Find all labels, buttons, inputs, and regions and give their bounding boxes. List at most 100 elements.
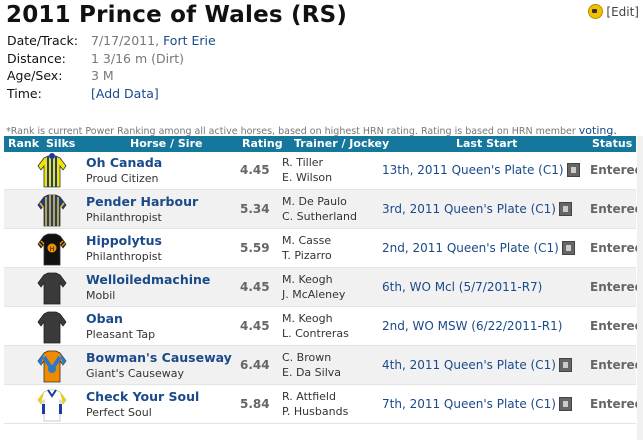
sire-name: Philanthropist xyxy=(86,211,162,224)
table-row: Oban Pleasant Tap 4.45 M. Keogh L. Contreras… xyxy=(4,307,643,346)
distance-label: Distance: xyxy=(7,50,66,66)
video-icon[interactable] xyxy=(558,397,572,411)
rating-value: 4.45 xyxy=(240,280,270,294)
date-label: Date/Track: xyxy=(7,33,79,48)
table-row: H Hippolytus Philanthropist 5.59 M. Casse T. … xyxy=(4,229,643,268)
jockey-name[interactable]: T. Pizarro xyxy=(282,248,332,263)
horse-name-link[interactable]: Bowman's Causeway xyxy=(86,350,232,365)
col-rank[interactable]: Rank xyxy=(8,137,39,150)
jockey-name[interactable]: J. McAleney xyxy=(282,287,345,302)
col-trainer[interactable]: Trainer / Jockey xyxy=(294,137,389,150)
col-horse[interactable]: Horse / Sire xyxy=(130,137,202,150)
last-start: 4th, 2011 Queen's Plate (C1) xyxy=(382,358,572,372)
edit-control[interactable]: [Edit] xyxy=(588,4,639,19)
trainer-name[interactable]: M. Casse xyxy=(282,233,332,248)
sire-name: Philanthropist xyxy=(86,250,162,263)
last-start-link[interactable]: 2nd, 2011 Queen's Plate (C1) xyxy=(382,241,559,255)
silks-icon xyxy=(34,191,70,227)
sire-name: Giant's Causeway xyxy=(86,367,184,380)
distance-value: 1 3/16 m (Dirt) xyxy=(91,50,185,66)
horse-name-link[interactable]: Oban xyxy=(86,311,123,326)
silks-icon xyxy=(34,347,70,383)
horse-name-link[interactable]: Hippolytus xyxy=(86,233,162,248)
trainer-jockey: C. Brown E. Da Silva xyxy=(282,350,341,380)
status-text: Entered xyxy=(590,358,643,372)
age-label: Age/Sex: xyxy=(7,68,63,83)
rating-value: 4.45 xyxy=(240,163,270,177)
trainer-name[interactable]: R. Tiller xyxy=(282,155,332,170)
trainer-name[interactable]: C. Brown xyxy=(282,350,341,365)
silks-icon: H xyxy=(34,230,70,266)
status-text: Entered xyxy=(590,202,643,216)
last-start: 2nd, WO MSW (6/22/2011-R1) xyxy=(382,319,562,333)
table-row: Pender Harbour Philanthropist 5.34 M. De Pa… xyxy=(4,190,643,229)
entries-table: Oh Canada Proud Citizen 4.45 R. Tiller E. Wi… xyxy=(4,151,643,424)
sire-name: Perfect Soul xyxy=(86,406,152,419)
col-silks: Silks xyxy=(46,137,76,150)
col-last-start[interactable]: Last Start xyxy=(456,137,517,150)
trainer-name[interactable]: M. De Paulo xyxy=(282,194,357,209)
date-value: 7/17/2011, xyxy=(91,33,160,48)
horse-name-link[interactable]: Welloiledmachine xyxy=(86,272,210,287)
horse-name-link[interactable]: Check Your Soul xyxy=(86,389,199,404)
last-start: 2nd, 2011 Queen's Plate (C1) xyxy=(382,241,575,255)
table-row: Bowman's Causeway Giant's Causeway 6.44 C. … xyxy=(4,346,643,385)
col-status[interactable]: Status xyxy=(592,137,632,150)
table-row: Welloiledmachine Mobil 4.45 M. Keogh J. McAl… xyxy=(4,268,643,307)
last-start: 3rd, 2011 Queen's Plate (C1) xyxy=(382,202,572,216)
silks-icon xyxy=(34,308,70,344)
video-icon[interactable] xyxy=(566,163,580,177)
last-start-link[interactable]: 3rd, 2011 Queen's Plate (C1) xyxy=(382,202,556,216)
rating-value: 5.59 xyxy=(240,241,270,255)
jockey-name[interactable]: C. Sutherland xyxy=(282,209,357,224)
status-text: Entered xyxy=(590,319,643,333)
status-text: Entered xyxy=(590,280,643,294)
horse-name-link[interactable]: Pender Harbour xyxy=(86,194,198,209)
last-start: 13th, 2011 Queen's Plate (C1) xyxy=(382,163,580,177)
jockey-name[interactable]: E. Da Silva xyxy=(282,365,341,380)
status-text: Entered xyxy=(590,163,643,177)
last-start-link[interactable]: 2nd, WO MSW (6/22/2011-R1) xyxy=(382,319,562,333)
trainer-jockey: M. Keogh L. Contreras xyxy=(282,311,349,341)
age-value: 3 M xyxy=(91,68,114,83)
jockey-name[interactable]: E. Wilson xyxy=(282,170,332,185)
video-icon[interactable] xyxy=(558,358,572,372)
silks-icon xyxy=(34,386,70,422)
svg-text:H: H xyxy=(50,246,55,253)
trainer-jockey: M. De Paulo C. Sutherland xyxy=(282,194,357,224)
trainer-name[interactable]: R. Attfield xyxy=(282,389,348,404)
rating-value: 5.84 xyxy=(240,397,270,411)
last-start: 7th, 2011 Queen's Plate (C1) xyxy=(382,397,572,411)
page-title: 2011 Prince of Wales (RS) xyxy=(6,2,348,28)
race-info: Date/Track: 7/17/2011, Fort Erie Distanc… xyxy=(7,32,216,102)
status-text: Entered xyxy=(590,241,643,255)
trainer-jockey: R. Attfield P. Husbands xyxy=(282,389,348,419)
rating-value: 6.44 xyxy=(240,358,270,372)
silks-icon xyxy=(34,152,70,188)
col-rating[interactable]: Rating xyxy=(242,137,283,150)
video-icon[interactable] xyxy=(558,202,572,216)
time-label: Time: xyxy=(7,85,42,101)
last-start-link[interactable]: 6th, WO Mcl (5/7/2011-R7) xyxy=(382,280,542,294)
edit-link[interactable]: [Edit] xyxy=(606,5,639,19)
scrollbar[interactable] xyxy=(637,136,643,440)
sire-name: Proud Citizen xyxy=(86,172,159,185)
trainer-name[interactable]: M. Keogh xyxy=(282,272,345,287)
trainer-jockey: R. Tiller E. Wilson xyxy=(282,155,332,185)
track-link[interactable]: Fort Erie xyxy=(163,32,216,50)
jockey-name[interactable]: P. Husbands xyxy=(282,404,348,419)
last-start: 6th, WO Mcl (5/7/2011-R7) xyxy=(382,280,542,294)
rating-value: 4.45 xyxy=(240,319,270,333)
trainer-jockey: M. Casse T. Pizarro xyxy=(282,233,332,263)
status-text: Entered xyxy=(590,397,643,411)
last-start-link[interactable]: 4th, 2011 Queen's Plate (C1) xyxy=(382,358,556,372)
sire-name: Mobil xyxy=(86,289,116,302)
last-start-link[interactable]: 13th, 2011 Queen's Plate (C1) xyxy=(382,163,564,177)
table-row: Oh Canada Proud Citizen 4.45 R. Tiller E. Wi… xyxy=(4,151,643,190)
add-time-link[interactable]: [Add Data] xyxy=(91,85,159,103)
jockey-name[interactable]: L. Contreras xyxy=(282,326,349,341)
trainer-name[interactable]: M. Keogh xyxy=(282,311,349,326)
last-start-link[interactable]: 7th, 2011 Queen's Plate (C1) xyxy=(382,397,556,411)
horse-name-link[interactable]: Oh Canada xyxy=(86,155,162,170)
video-icon[interactable] xyxy=(561,241,575,255)
